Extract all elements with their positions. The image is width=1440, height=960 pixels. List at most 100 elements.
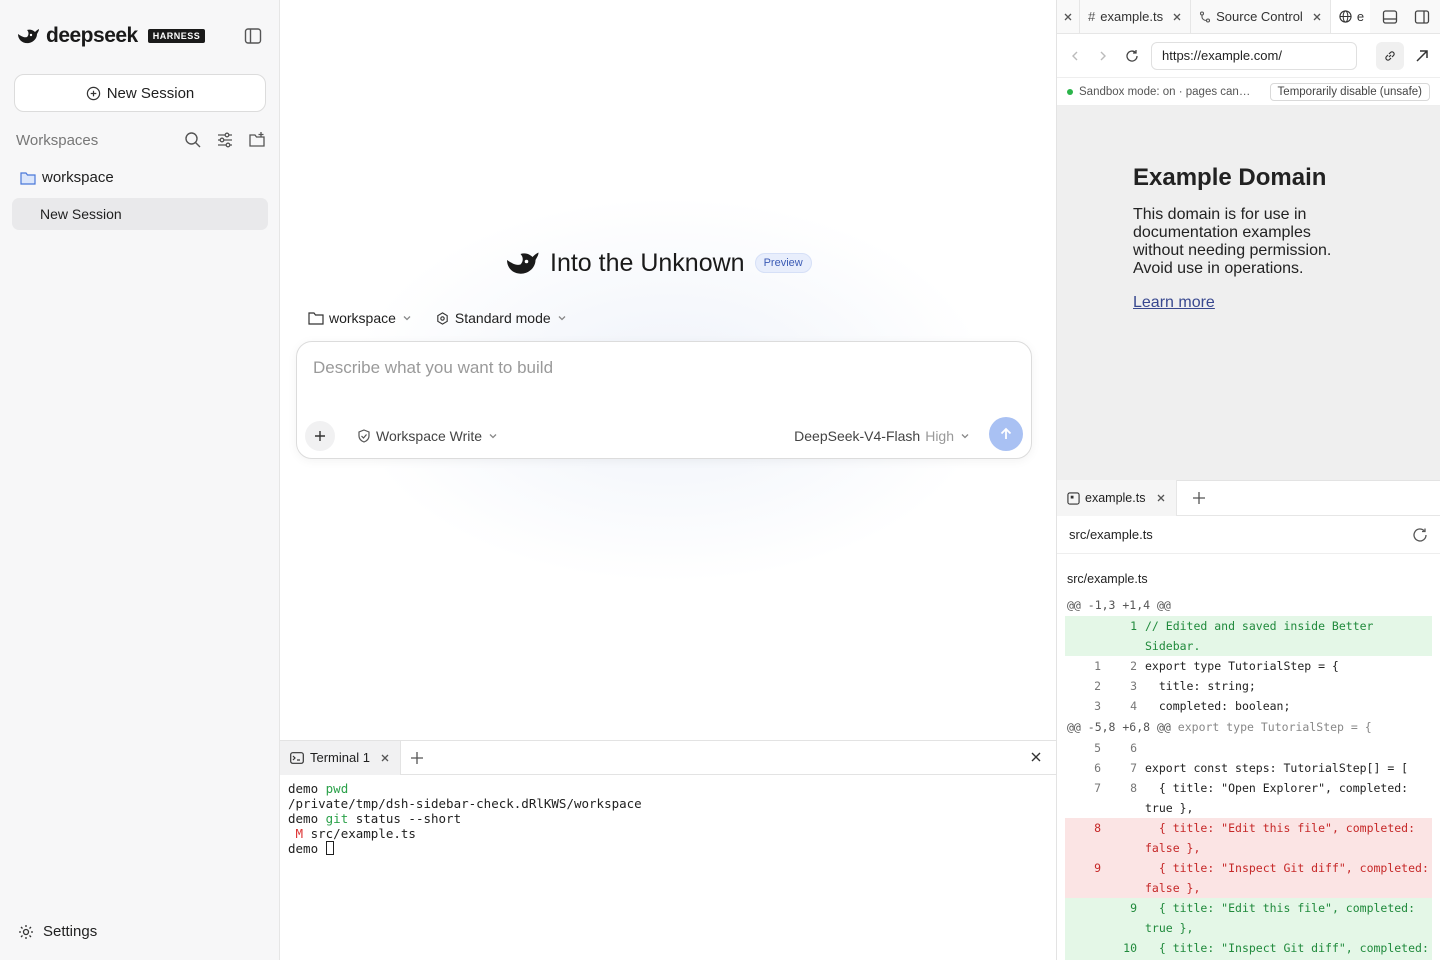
- old-line-number: 1: [1094, 659, 1101, 673]
- globe-icon: [1339, 10, 1352, 23]
- back-icon[interactable]: [1069, 50, 1081, 62]
- close-panel-icon[interactable]: [1030, 751, 1042, 763]
- refresh-icon[interactable]: [1412, 527, 1428, 543]
- permission-select[interactable]: Workspace Write: [357, 428, 499, 444]
- settings-button[interactable]: Settings: [18, 923, 97, 940]
- diff-lines: 1 // Edited and saved inside Better Sideb…: [1065, 616, 1432, 716]
- diff-line-add: 9 { title: "Edit this file", completed: …: [1065, 898, 1432, 938]
- old-line-number: 5: [1094, 741, 1101, 755]
- mode-select-label: Standard mode: [454, 310, 551, 326]
- close-icon[interactable]: [1156, 493, 1166, 503]
- sidebar-toggle-button[interactable]: [244, 27, 262, 45]
- code-text: { title: "Open Explorer", completed: tru…: [1145, 781, 1416, 815]
- gear-icon: [19, 924, 33, 939]
- workspace-select-label: workspace: [329, 310, 396, 326]
- plus-circle-icon: [86, 86, 100, 100]
- old-line-number: 7: [1094, 781, 1101, 795]
- reload-icon[interactable]: [1125, 49, 1139, 63]
- hero: Into the Unknown Preview: [504, 248, 812, 278]
- learn-more-link[interactable]: Learn more: [1133, 294, 1215, 312]
- old-line-number: 3: [1094, 699, 1101, 713]
- add-file-tab-icon[interactable]: [1191, 490, 1207, 506]
- bottom-panel-icon[interactable]: [1382, 9, 1398, 25]
- file-tab[interactable]: example.ts: [1057, 480, 1178, 516]
- attach-button[interactable]: [305, 421, 335, 451]
- add-terminal-icon[interactable]: [409, 750, 425, 766]
- new-line-number: 3: [1130, 679, 1137, 693]
- chevron-down-icon: [489, 434, 497, 439]
- right-panel: # example.ts Source Control e https://ex…: [1056, 0, 1440, 960]
- diff-line-ctx: 7 8 { title: "Open Explorer", completed: …: [1065, 778, 1432, 818]
- old-line-number: 8: [1094, 821, 1101, 835]
- close-icon[interactable]: [380, 753, 390, 763]
- url-field[interactable]: https://example.com/: [1151, 41, 1357, 70]
- new-session-label: New Session: [106, 84, 195, 102]
- plus-icon: [315, 431, 325, 441]
- close-icon[interactable]: [1063, 12, 1073, 22]
- effort-label: High: [925, 428, 954, 444]
- diff-line-add: 10 { title: "Inspect Git diff", complete…: [1065, 938, 1432, 960]
- terminal-line: demo git status --short: [288, 811, 462, 826]
- terminal-tab-label: Terminal 1: [310, 750, 370, 765]
- old-line-number: 2: [1094, 679, 1101, 693]
- diff-hunk-header: @@ -5,8 +6,8 @@ export type TutorialStep…: [1067, 720, 1372, 734]
- whale-logo-icon: [18, 29, 39, 44]
- code-text: { title: "Inspect Git diff", completed: …: [1145, 861, 1436, 895]
- tab-browser[interactable]: e: [1330, 0, 1374, 33]
- open-external-icon[interactable]: [1414, 48, 1430, 64]
- logo: deepseek HARNESS: [16, 24, 206, 48]
- diff-line-ctx: 2 3 title: string;: [1065, 676, 1432, 696]
- tab-source-control[interactable]: Source Control: [1191, 0, 1331, 33]
- shield-icon: [358, 429, 370, 443]
- search-icon[interactable]: [184, 131, 202, 149]
- session-item[interactable]: New Session: [12, 198, 268, 230]
- side-panel-icon[interactable]: [1414, 9, 1430, 25]
- sandbox-text: Sandbox mode: on · pages can…: [1079, 85, 1251, 98]
- terminal-line: demo: [288, 841, 1048, 856]
- sandbox-bar: Sandbox mode: on · pages can… Temporaril…: [1057, 78, 1440, 106]
- tab-example-ts[interactable]: # example.ts: [1080, 0, 1192, 33]
- web-preview: Example Domain This domain is for use in…: [1057, 106, 1440, 480]
- copy-link-button[interactable]: [1376, 42, 1404, 70]
- code-text: { title: "Edit this file", completed: tr…: [1145, 901, 1422, 935]
- old-line-number: [1065, 616, 1105, 656]
- new-line-number: 10: [1123, 941, 1137, 955]
- closed-tab-stub[interactable]: [1057, 0, 1080, 33]
- old-line-number: 6: [1094, 761, 1101, 775]
- prompt-input[interactable]: [313, 358, 1013, 378]
- sidebar-panel-icon: [244, 28, 262, 44]
- new-line-number: 8: [1130, 781, 1137, 795]
- new-line-number: [1105, 818, 1145, 858]
- new-line-number: 6: [1130, 741, 1137, 755]
- terminal-output[interactable]: demo pwd/private/tmp/dsh-sidebar-check.d…: [280, 775, 1056, 862]
- send-button[interactable]: [989, 417, 1023, 451]
- diff-hunk-header: @@ -1,3 +1,4 @@: [1067, 598, 1171, 612]
- workspace-item[interactable]: workspace: [20, 169, 114, 186]
- new-folder-icon[interactable]: [248, 131, 266, 149]
- forward-icon[interactable]: [1097, 50, 1109, 62]
- model-select[interactable]: DeepSeek-V4-Flash High: [794, 428, 971, 444]
- composer-controls: workspace Standard mode: [308, 310, 568, 326]
- chevron-down-icon: [403, 316, 411, 321]
- filter-sliders-icon[interactable]: [216, 131, 234, 149]
- code-text: { title: "Inspect Git diff", completed: …: [1158, 941, 1429, 955]
- new-line-number: 1: [1130, 619, 1137, 633]
- disable-sandbox-button[interactable]: Temporarily disable (unsafe): [1269, 82, 1430, 101]
- terminal-line: /private/tmp/dsh-sidebar-check.dRlKWS/wo…: [288, 796, 642, 811]
- model-label: DeepSeek-V4-Flash: [794, 428, 921, 444]
- web-heading: Example Domain: [1133, 164, 1327, 191]
- workspace-select[interactable]: workspace: [308, 310, 413, 326]
- new-session-button[interactable]: New Session: [14, 74, 266, 112]
- link-icon: [1385, 51, 1395, 61]
- mode-select[interactable]: Standard mode: [435, 310, 568, 326]
- new-line-number: 2: [1130, 659, 1137, 673]
- diff-line-ctx: 1 2 export type TutorialStep = {: [1065, 656, 1432, 676]
- close-icon[interactable]: [1312, 12, 1322, 22]
- tab-label: Source Control: [1216, 9, 1303, 24]
- old-line-number: [1065, 898, 1105, 938]
- terminal-tab[interactable]: Terminal 1: [280, 740, 401, 775]
- close-icon[interactable]: [1172, 12, 1182, 22]
- new-line-number: 4: [1130, 699, 1137, 713]
- url-text: https://example.com/: [1162, 48, 1282, 63]
